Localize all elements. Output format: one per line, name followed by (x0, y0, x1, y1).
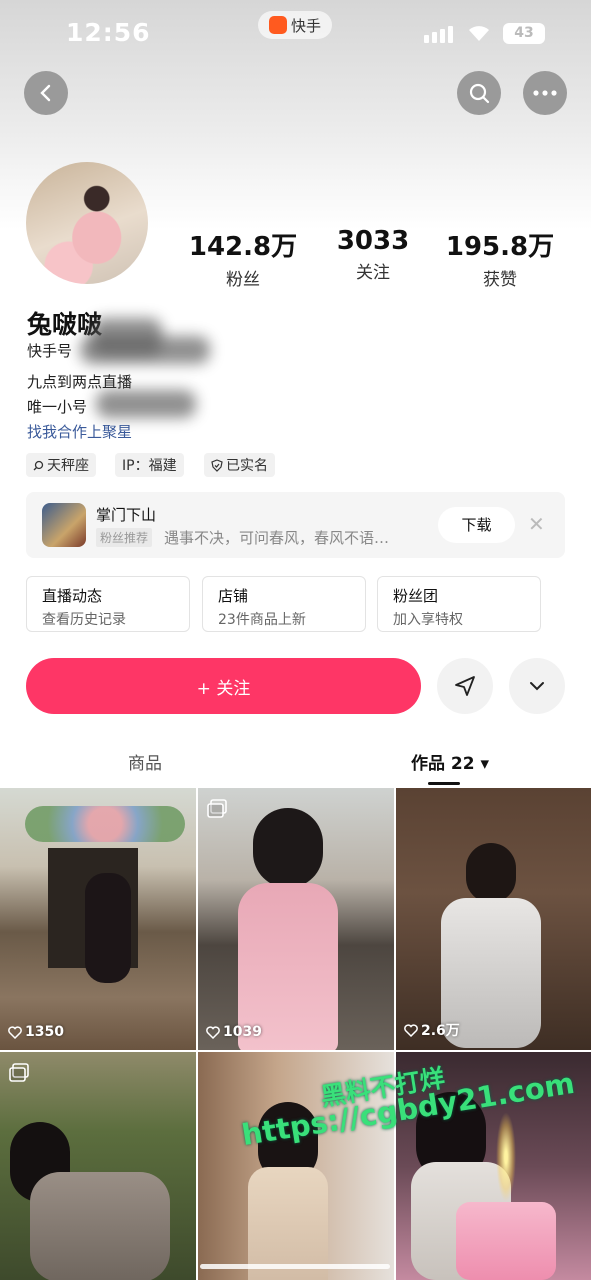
outfit-shape (30, 1172, 170, 1280)
stat-label: 粉丝 (226, 270, 260, 290)
stat-likes[interactable]: 195.8万 获赞 (440, 226, 560, 290)
game-description: 遇事不决，可问春风，春风不语… (164, 529, 390, 547)
shield-icon (211, 458, 223, 472)
multi-image-icon (207, 799, 227, 818)
status-time: 12:56 (66, 18, 151, 47)
fan-recommend-tag: 粉丝推荐 (96, 528, 153, 547)
stat-following[interactable]: 3033 关注 (313, 226, 433, 283)
send-icon (455, 676, 475, 696)
search-button[interactable] (457, 71, 501, 115)
shortcut-live-history[interactable]: 直播动态 查看历史记录 (26, 576, 190, 632)
person-shape (85, 873, 131, 983)
work-thumbnail[interactable] (0, 1052, 196, 1280)
app-name: 快手 (290, 16, 321, 35)
wifi-icon (469, 26, 489, 41)
like-count-value: 1350 (25, 1024, 64, 1040)
search-icon (469, 83, 490, 104)
tab-works[interactable]: 作品 22 ▾ (411, 749, 489, 774)
stat-value: 142.8万 (188, 232, 298, 262)
heart-icon (8, 1025, 22, 1039)
tab-underline (428, 782, 460, 785)
signal-icon (424, 26, 453, 43)
search-small-icon (33, 460, 44, 470)
shortcut-subtitle: 23件商品上新 (218, 612, 306, 628)
like-count: 1350 (8, 1024, 64, 1040)
flower-arch-shape (25, 806, 185, 842)
stat-fans[interactable]: 142.8万 粉丝 (183, 226, 303, 290)
battery-indicator: 43 (503, 23, 545, 44)
game-recommendation-card[interactable]: 掌门下山 粉丝推荐 遇事不决，可问春风，春风不语… 下载 ✕ (26, 492, 565, 558)
shortcut-subtitle: 加入享特权 (393, 612, 463, 628)
hair-shape (466, 843, 516, 903)
tab-goods[interactable]: 商品 (128, 749, 162, 774)
tag-label: IP：福建 (122, 458, 177, 474)
share-button[interactable] (437, 658, 493, 714)
tag-label: 已实名 (226, 458, 268, 474)
tag-ip: IP：福建 (115, 453, 184, 477)
shortcut-fan-club[interactable]: 粉丝团 加入享特权 (377, 576, 541, 632)
work-thumbnail[interactable]: 1350 (0, 788, 196, 1050)
bio-line-2: 唯一小号 (27, 398, 88, 416)
shortcut-title: 直播动态 (42, 587, 103, 605)
bio-link[interactable]: 找我合作上聚星 (27, 421, 132, 442)
bio-line-1: 九点到两点直播 (27, 373, 133, 391)
expand-button[interactable] (509, 658, 565, 714)
back-button[interactable] (24, 71, 68, 115)
sparkler-shape (496, 1112, 516, 1202)
stat-label: 关注 (356, 263, 390, 283)
bio-blur (96, 390, 196, 418)
chevron-left-icon (40, 84, 51, 102)
close-icon[interactable]: ✕ (528, 512, 545, 536)
more-icon (533, 90, 557, 96)
shortcut-shop[interactable]: 店铺 23件商品上新 (202, 576, 366, 632)
kuaishou-id-label: 快手号 (27, 342, 73, 360)
tag-label: 天秤座 (47, 458, 89, 474)
id-blur (80, 336, 210, 364)
tag-verified[interactable]: 已实名 (204, 453, 275, 477)
shortcut-subtitle: 查看历史记录 (42, 612, 126, 628)
heart-icon (404, 1023, 418, 1037)
chevron-down-icon (530, 682, 544, 691)
multi-image-icon (9, 1063, 29, 1082)
kuaishou-logo-icon (268, 16, 287, 34)
avatar[interactable] (26, 162, 148, 284)
like-count: 2.6万 (404, 1020, 460, 1040)
home-indicator (200, 1264, 390, 1269)
game-icon (42, 503, 86, 547)
work-thumbnail[interactable]: 1039 (198, 788, 394, 1050)
app-badge[interactable]: 快手 (258, 11, 332, 39)
shortcut-title: 粉丝团 (393, 587, 439, 605)
heart-icon (206, 1025, 220, 1039)
shortcut-title: 店铺 (218, 587, 249, 605)
like-count: 1039 (206, 1024, 262, 1040)
tag-zodiac: 天秤座 (26, 453, 96, 477)
cake-shape (456, 1202, 556, 1280)
like-count-value: 2.6万 (421, 1023, 460, 1039)
hair-shape (253, 808, 323, 888)
work-thumbnail[interactable]: 2.6万 (396, 788, 591, 1050)
stat-value: 195.8万 (445, 232, 555, 262)
like-count-value: 1039 (223, 1024, 262, 1040)
stat-label: 获赞 (483, 270, 517, 290)
more-button[interactable] (523, 71, 567, 115)
game-title: 掌门下山 (96, 506, 157, 524)
download-button[interactable]: 下载 (438, 507, 515, 543)
stat-value: 3033 (336, 226, 410, 256)
follow-button[interactable]: + 关注 (26, 658, 421, 714)
